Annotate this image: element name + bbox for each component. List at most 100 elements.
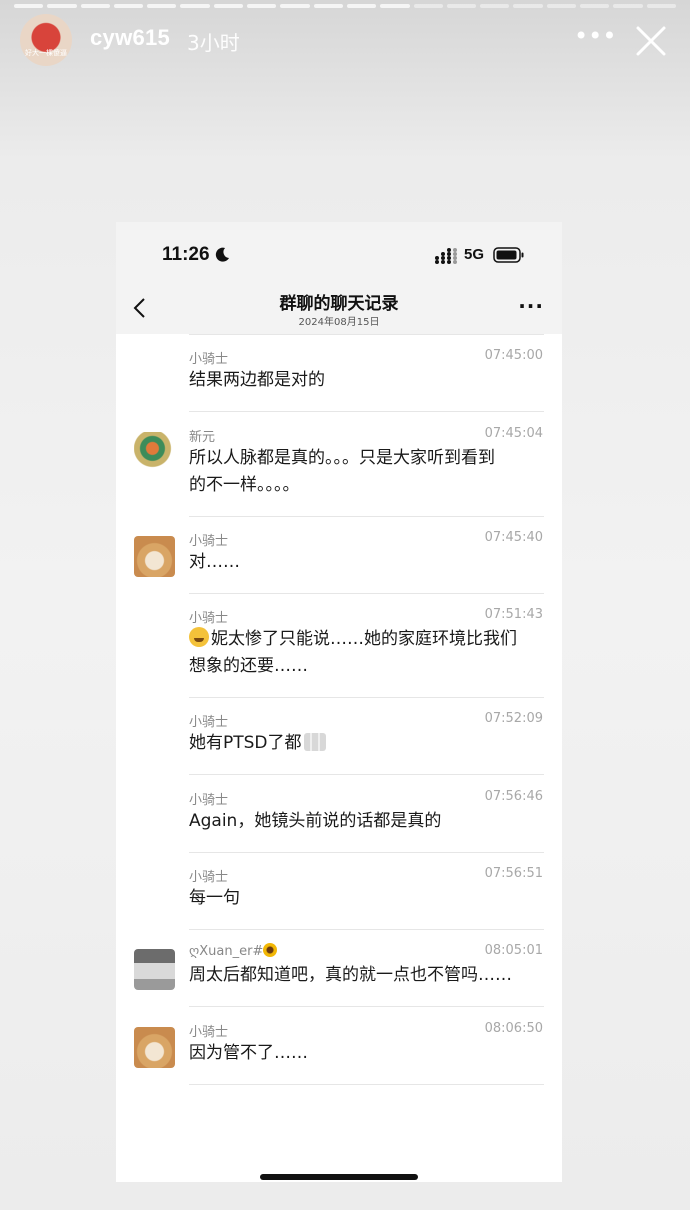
dog-avatar[interactable]: [134, 536, 175, 577]
message-line: 妮太惨了只能说……她的家庭环境比我们: [189, 626, 549, 653]
sender-name: 小骑士: [189, 530, 228, 549]
progress-segment: [646, 4, 676, 8]
message-line: 每一句: [189, 885, 549, 912]
sender-name: 小骑士: [189, 1021, 228, 1040]
progress-segment: [380, 4, 410, 8]
sender-name: 新元: [189, 426, 215, 445]
sender-name: ღXuan_er#: [189, 943, 278, 959]
message-time: 07:45:04: [484, 426, 543, 441]
sender-name-text: 小骑士: [189, 1025, 229, 1040]
post-time: 3小时: [187, 31, 240, 55]
divider: [189, 411, 544, 412]
message-time: 08:06:50: [484, 1021, 543, 1036]
dragon-avatar[interactable]: [134, 432, 175, 473]
home-indicator: [260, 1174, 418, 1180]
message-text: 所以人脉都是真的。。。只是大家听到看到的不一样。。。。: [189, 445, 549, 499]
message-line: 想象的还要……: [189, 653, 549, 680]
progress-segment: [247, 4, 277, 8]
sender-name-text: 新元: [189, 430, 216, 445]
page-title: 群聊的聊天记录: [279, 294, 399, 314]
progress-segment: [446, 4, 477, 8]
cat-avatar[interactable]: [134, 949, 175, 990]
message-line: 结果两边都是对的: [189, 367, 549, 394]
divider: [189, 1006, 544, 1007]
message-time: 08:05:01: [484, 943, 543, 958]
message-line-text: Again，她镜头前说的话都是真的: [189, 811, 442, 831]
message-text: 每一句: [189, 885, 549, 912]
sender-name-text: 小骑士: [189, 715, 229, 730]
progress-segment: [147, 4, 177, 8]
progress-segment: [47, 4, 77, 8]
message-text: 结果两边都是对的: [189, 367, 549, 394]
progress-segment: [580, 4, 610, 8]
divider: [189, 593, 544, 594]
sender-name-text: 小骑士: [189, 870, 229, 885]
sender-name: 小骑士: [189, 711, 228, 730]
progress-segment: [113, 4, 144, 8]
message-line-text: 所以人脉都是真的。。。只是大家听到看到: [189, 448, 495, 468]
chat-history-screenshot: 11:26 5G 群聊的聊天记录 2024年08月15日 ··· 小骑士 07:4…: [116, 222, 562, 1182]
message-line-text: 对……: [189, 552, 240, 572]
message-line-text: 因为管不了……: [189, 1043, 308, 1063]
progress-segment: [313, 4, 343, 8]
message-text: Again，她镜头前说的话都是真的: [189, 808, 549, 835]
progress-segment: [413, 4, 443, 8]
more-horizontal-icon[interactable]: •••: [574, 24, 616, 52]
sender-name: 小骑士: [189, 866, 228, 885]
message-line: 对……: [189, 549, 549, 576]
sob-face-emoji-icon: [189, 627, 209, 647]
status-time: 11:26: [162, 244, 210, 265]
sender-name-text: ღXuan_er#: [189, 944, 264, 959]
moon-icon: [215, 247, 229, 262]
message-line: Again，她镜头前说的话都是真的: [189, 808, 549, 835]
sender-name-text: 小骑士: [189, 352, 229, 367]
message-time: 07:51:43: [484, 607, 543, 622]
message-text: 妮太惨了只能说……她的家庭环境比我们想象的还要……: [189, 626, 549, 680]
message-text: 因为管不了……: [189, 1040, 549, 1067]
divider: [189, 1084, 544, 1085]
message-line-text: 妮太惨了只能说……她的家庭环境比我们: [211, 629, 517, 649]
message-time: 07:56:51: [484, 866, 543, 881]
sunflower-icon: [263, 943, 278, 957]
dog-avatar[interactable]: [134, 1027, 175, 1068]
message-line: 的不一样。。。。: [189, 472, 549, 499]
message-text: 她有PTSD了都: [189, 730, 549, 757]
divider: [189, 516, 544, 517]
message-line-text: 每一句: [189, 888, 240, 908]
progress-segment: [14, 4, 44, 8]
divider: [189, 697, 544, 698]
pray-hands-emoji-icon: [303, 733, 326, 751]
progress-segment: [480, 4, 510, 8]
progress-segment: [80, 4, 110, 8]
progress-segment: [346, 4, 377, 8]
close-icon[interactable]: [634, 24, 668, 58]
progress-segment: [213, 4, 244, 8]
more-horizontal-icon[interactable]: ···: [518, 294, 544, 318]
sender-name: 小骑士: [189, 607, 228, 626]
progress-segment: [613, 4, 643, 8]
story-progress-bar: [14, 4, 676, 8]
username[interactable]: cyw615: [90, 25, 170, 51]
message-line-text: 周太后都知道吧，真的就一点也不管吗……: [189, 965, 512, 985]
divider: [189, 774, 544, 775]
sender-name-text: 小骑士: [189, 534, 229, 549]
progress-segment: [280, 4, 310, 8]
user-avatar[interactable]: 好大一棵傻逼: [20, 14, 72, 66]
signal-icon: [435, 248, 457, 264]
page-subtitle: 2024年08月15日: [298, 317, 380, 328]
divider: [189, 334, 544, 335]
message-time: 07:45:00: [484, 348, 543, 363]
sender-name: 小骑士: [189, 348, 228, 367]
message-time: 07:56:46: [484, 789, 543, 804]
story-header: 好大一棵傻逼 cyw615 3小时 •••: [20, 14, 670, 68]
divider: [189, 852, 544, 853]
progress-segment: [513, 4, 543, 8]
sender-name: 小骑士: [189, 789, 228, 808]
message-line: 她有PTSD了都: [189, 730, 549, 757]
sender-name-text: 小骑士: [189, 611, 229, 626]
message-line-text: 想象的还要……: [189, 656, 308, 676]
divider: [189, 929, 544, 930]
network-type: 5G: [464, 246, 485, 263]
progress-segment: [546, 4, 577, 8]
message-time: 07:45:40: [484, 530, 543, 545]
